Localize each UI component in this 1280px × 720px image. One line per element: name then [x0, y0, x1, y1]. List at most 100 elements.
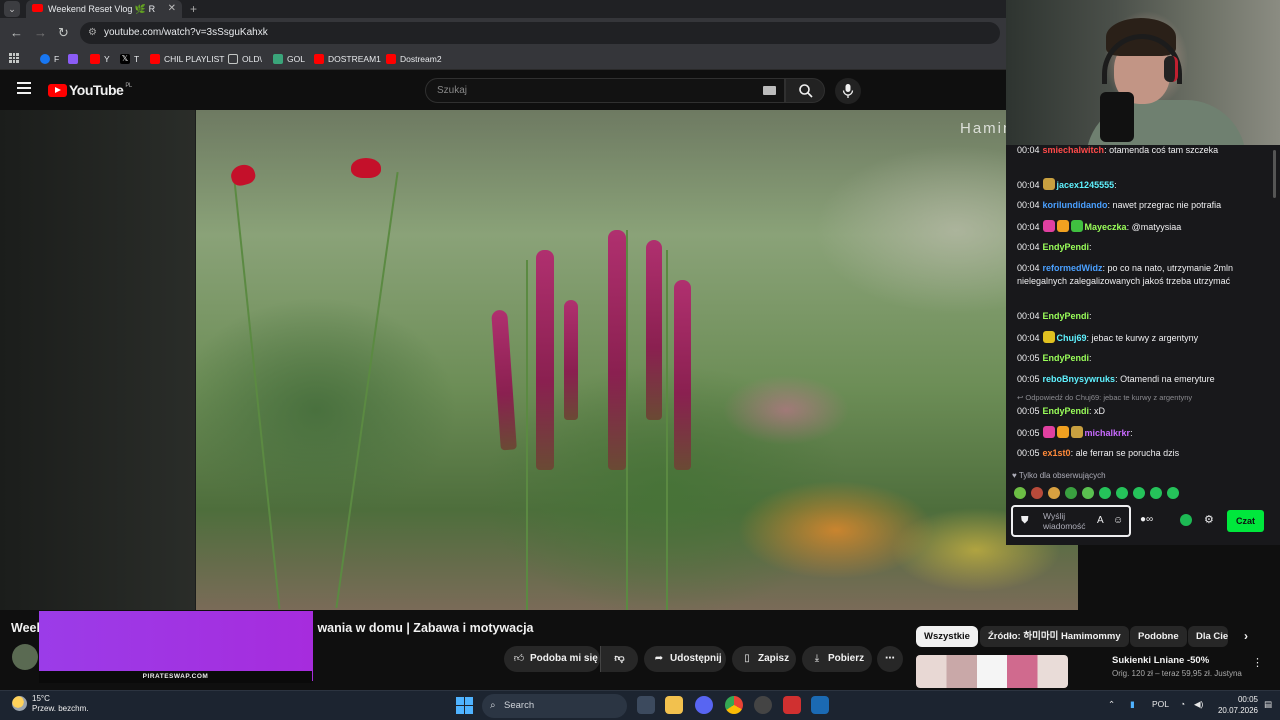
- reload-icon[interactable]: ↻: [58, 25, 69, 41]
- emote-icon[interactable]: [1133, 487, 1145, 499]
- chat-username[interactable]: EndyPendi: [1043, 353, 1090, 363]
- chat-timestamp: 00:04: [1017, 180, 1040, 190]
- close-tab-icon[interactable]: ✕: [168, 0, 176, 18]
- emote-icon[interactable]: [1031, 487, 1043, 499]
- url-field[interactable]: ⚙ youtube.com/watch?v=3sSsguKahxk: [80, 22, 1000, 44]
- recommendation-menu-icon[interactable]: ⋮: [1252, 656, 1263, 669]
- search-input[interactable]: Szukaj: [425, 78, 785, 103]
- extension-icon[interactable]: [1180, 514, 1192, 526]
- more-icon: ⋯: [885, 653, 895, 664]
- language-indicator[interactable]: POL: [1152, 699, 1169, 709]
- chip-source[interactable]: Źródło: 하미마미 Hamimommy: [980, 626, 1129, 647]
- emote-icon[interactable]: [1082, 487, 1094, 499]
- task-view-icon[interactable]: [637, 696, 655, 714]
- shield-app-icon[interactable]: [783, 696, 801, 714]
- share-button[interactable]: ➦ Udostępnij: [644, 646, 726, 672]
- obs-icon[interactable]: [754, 696, 772, 714]
- new-tab-icon[interactable]: +: [190, 0, 197, 18]
- bookmark-facebook[interactable]: F: [40, 52, 59, 66]
- volume-icon[interactable]: ◀): [1194, 699, 1203, 710]
- chat-message: 00:04 jacex1245555:: [1017, 178, 1117, 191]
- tray-overflow-icon[interactable]: ⌃: [1108, 699, 1115, 710]
- chat-username[interactable]: EndyPendi: [1043, 242, 1090, 252]
- chat-send-button[interactable]: Czat: [1227, 510, 1264, 532]
- chat-username[interactable]: EndyPendi: [1043, 406, 1090, 416]
- bookmark-dostream1[interactable]: DOSTREAM1: [314, 52, 381, 66]
- chat-username[interactable]: smiechalwitch: [1043, 145, 1105, 155]
- taskbar-search[interactable]: ⌕ Search: [482, 694, 627, 718]
- bookmark-youtube[interactable]: Y: [90, 52, 110, 66]
- site-settings-icon[interactable]: ⚙: [88, 22, 97, 44]
- points-icon[interactable]: ●∞: [1140, 514, 1153, 525]
- emote-icon[interactable]: [1065, 487, 1077, 499]
- download-button[interactable]: ⤓ Pobierz: [802, 646, 872, 672]
- chat-badge-icon: [1042, 426, 1055, 438]
- settings-gear-icon[interactable]: ⚙: [1204, 513, 1214, 526]
- bookmark-dostream2[interactable]: Dostream2: [386, 52, 442, 66]
- bookmark-folder-old[interactable]: OLD\: [228, 52, 262, 66]
- chat-message: 00:05 reboBnysywruks: Otamendi na emerytu…: [1017, 373, 1215, 385]
- bookmark-x[interactable]: 𝕏T: [120, 52, 139, 66]
- steam-icon[interactable]: [811, 696, 829, 714]
- badge-icon[interactable]: ⛊: [1021, 515, 1029, 526]
- back-icon[interactable]: ←: [10, 25, 23, 40]
- chat-input-placeholder: Wyślij wiadomość: [1043, 511, 1086, 531]
- chat-username[interactable]: korilundidando: [1043, 200, 1108, 210]
- chat-username[interactable]: EndyPendi: [1043, 311, 1090, 321]
- chevron-right-icon[interactable]: ›: [1236, 626, 1256, 647]
- emote-icon[interactable]: [1099, 487, 1111, 499]
- start-button[interactable]: [456, 697, 473, 714]
- recommendation-title[interactable]: Sukienki Lniane -50%: [1112, 655, 1209, 666]
- youtube-logo[interactable]: YouTube PL: [48, 82, 132, 98]
- emote-icon[interactable]: [1048, 487, 1060, 499]
- keyboard-icon[interactable]: [763, 86, 776, 95]
- chat-username[interactable]: ex1st0: [1043, 448, 1071, 458]
- chat-username[interactable]: reformedWidz: [1043, 263, 1103, 273]
- tab-search-icon[interactable]: ⌄: [4, 1, 20, 17]
- voice-search-button[interactable]: [835, 78, 861, 104]
- chat-username[interactable]: michalkrkr: [1085, 428, 1131, 438]
- emote-icon[interactable]: [1167, 487, 1179, 499]
- chat-timestamp: 00:05: [1017, 448, 1040, 458]
- discord-icon[interactable]: [695, 696, 713, 714]
- bookmark-chil-playlist[interactable]: CHIL PLAYLIST: [150, 52, 224, 66]
- chat-username[interactable]: Chuj69: [1057, 333, 1087, 343]
- channel-avatar[interactable]: [12, 644, 38, 670]
- chip-for-you[interactable]: Dla Cie: [1188, 626, 1228, 647]
- tray-mic-icon[interactable]: ▮: [1130, 699, 1135, 710]
- chat-username[interactable]: jacex1245555: [1057, 180, 1115, 190]
- recommendation-thumbnail[interactable]: [916, 655, 1068, 688]
- like-button[interactable]: 👍︎ Podoba mi się: [504, 646, 600, 672]
- chat-message-input[interactable]: ⛊ Wyślij wiadomość A ☺: [1011, 505, 1131, 537]
- search-button[interactable]: [785, 78, 825, 103]
- emote-icon[interactable]: [1150, 487, 1162, 499]
- translate-icon[interactable]: A: [1097, 515, 1104, 526]
- apps-grid-icon[interactable]: [9, 53, 19, 63]
- emote-icon[interactable]: [1116, 487, 1128, 499]
- chat-username[interactable]: reboBnysywruks: [1043, 374, 1116, 384]
- emoji-icon[interactable]: ☺: [1113, 515, 1123, 526]
- emote-icon[interactable]: [1014, 487, 1026, 499]
- chip-similar[interactable]: Podobne: [1130, 626, 1187, 647]
- chat-scrollbar[interactable]: [1273, 150, 1277, 450]
- bookmark-gol[interactable]: GOL: [273, 52, 305, 66]
- notification-icon[interactable]: ▤: [1264, 699, 1272, 710]
- chat-text: : Otamendi na emeryture: [1115, 374, 1215, 384]
- dislike-button[interactable]: 👎︎: [600, 646, 638, 672]
- weather-widget[interactable]: 15°C Przew. bezchm.: [12, 694, 88, 714]
- hamburger-menu-icon[interactable]: [17, 82, 31, 94]
- more-actions-button[interactable]: ⋯: [877, 646, 903, 672]
- region-code: PL: [125, 83, 132, 89]
- chrome-icon[interactable]: [725, 696, 743, 714]
- system-clock[interactable]: 00:05 20.07.2026: [1210, 694, 1258, 716]
- chip-all[interactable]: Wszystkie: [916, 626, 978, 647]
- file-explorer-icon[interactable]: [665, 696, 683, 714]
- browser-tab[interactable]: Weekend Reset Vlog 🌿 R ✕: [26, 0, 182, 18]
- chat-username[interactable]: Mayeczka: [1085, 222, 1127, 232]
- network-icon[interactable]: ◔: [1180, 699, 1185, 709]
- video-frame: [196, 110, 1078, 610]
- video-player[interactable]: Hamin: [0, 110, 1078, 610]
- save-button[interactable]: ▯ Zapisz: [732, 646, 796, 672]
- followers-only-note: ♥ Tylko dla obserwujących: [1012, 471, 1106, 480]
- forward-icon[interactable]: →: [34, 25, 47, 40]
